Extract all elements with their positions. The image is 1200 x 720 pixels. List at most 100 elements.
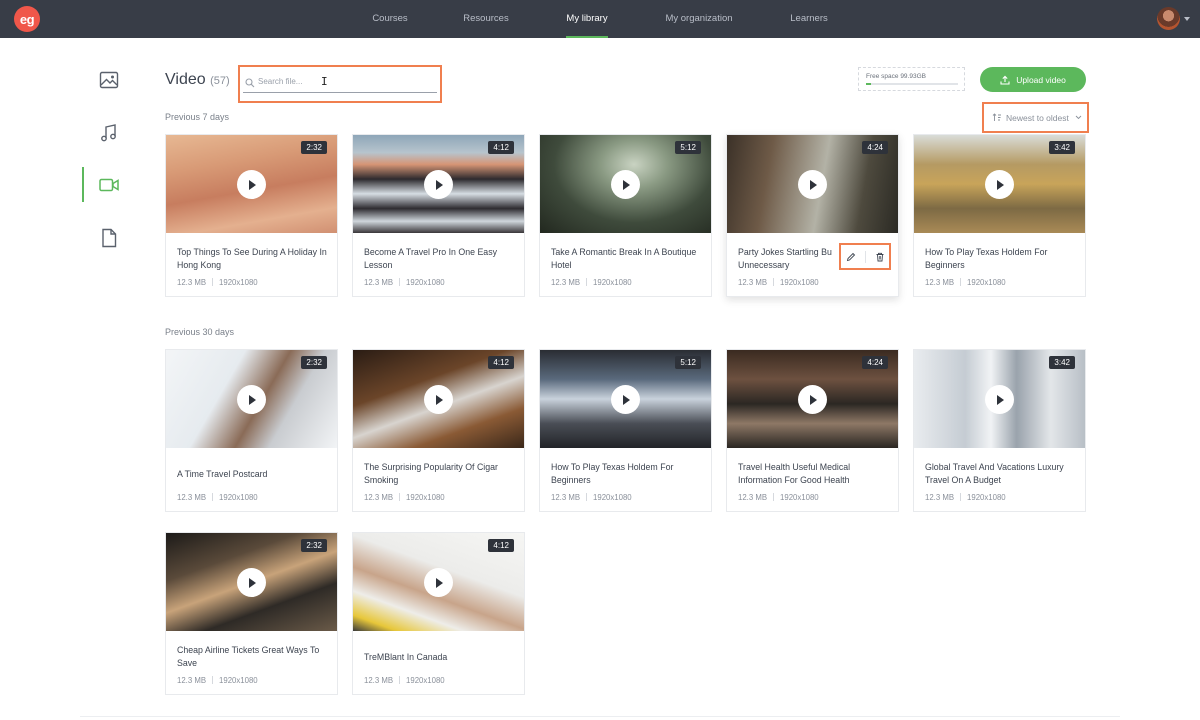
video-card[interactable]: 4:12 TreMBlant In Canada 12.3 MB 1920x108… <box>352 532 525 695</box>
upload-video-button[interactable]: Upload video <box>980 67 1086 92</box>
file-icon[interactable] <box>98 227 120 249</box>
nav-learners[interactable]: Learners <box>783 0 835 38</box>
nav-resources[interactable]: Resources <box>452 0 520 38</box>
video-title[interactable]: A Time Travel Postcard <box>177 468 327 481</box>
chevron-down-icon[interactable] <box>1184 17 1190 21</box>
chevron-down-icon <box>1075 115 1082 120</box>
play-icon[interactable] <box>798 385 827 414</box>
file-size: 12.3 MB <box>925 278 955 287</box>
item-count: (57) <box>210 75 230 87</box>
video-card[interactable]: 4:24 Party Jokes Startling Bu Unnecessar… <box>726 134 899 297</box>
resolution: 1920x1080 <box>780 493 819 502</box>
sort-dropdown[interactable]: Newest to oldest <box>982 102 1089 133</box>
video-title[interactable]: How To Play Texas Holdem For Beginners <box>551 461 701 487</box>
play-icon[interactable] <box>611 170 640 199</box>
card-actions <box>839 243 891 270</box>
video-card[interactable]: 3:42 Global Travel And Vacations Luxury … <box>913 349 1086 512</box>
edit-icon[interactable] <box>846 252 856 262</box>
video-card[interactable]: 4:12 Become A Travel Pro In One Easy Les… <box>352 134 525 297</box>
file-size: 12.3 MB <box>925 493 955 502</box>
trash-icon[interactable] <box>875 252 885 262</box>
video-card[interactable]: 2:32 Cheap Airline Tickets Great Ways To… <box>165 532 338 695</box>
footer-divider <box>80 716 1120 717</box>
music-icon[interactable] <box>98 122 120 144</box>
video-meta: 12.3 MB 1920x1080 <box>925 493 1006 502</box>
video-duration: 4:12 <box>488 141 514 154</box>
play-icon[interactable] <box>424 170 453 199</box>
video-title[interactable]: Travel Health Useful Medical Information… <box>738 461 888 487</box>
upload-video-label: Upload video <box>1016 74 1066 85</box>
user-avatar[interactable] <box>1157 7 1180 30</box>
video-meta: 12.3 MB 1920x1080 <box>177 676 258 685</box>
resolution: 1920x1080 <box>780 278 819 287</box>
play-icon[interactable] <box>611 385 640 414</box>
file-size: 12.3 MB <box>364 493 394 502</box>
video-icon[interactable] <box>98 174 120 196</box>
file-size: 12.3 MB <box>364 278 394 287</box>
file-size: 12.3 MB <box>364 676 394 685</box>
free-space-indicator: Free space 99.93GB <box>858 67 965 91</box>
text-cursor-icon: I <box>321 75 328 88</box>
file-size: 12.3 MB <box>551 493 581 502</box>
play-icon[interactable] <box>985 385 1014 414</box>
section-label-30-days: Previous 30 days <box>165 327 235 337</box>
resolution: 1920x1080 <box>219 278 258 287</box>
video-card[interactable]: 3:42 How To Play Texas Holdem For Beginn… <box>913 134 1086 297</box>
resolution: 1920x1080 <box>219 676 258 685</box>
search-input[interactable] <box>258 77 408 86</box>
video-meta: 12.3 MB 1920x1080 <box>738 278 819 287</box>
search-icon <box>245 78 255 88</box>
video-title[interactable]: TreMBlant In Canada <box>364 651 514 664</box>
search-underline <box>243 92 437 93</box>
video-duration: 4:12 <box>488 356 514 369</box>
video-title[interactable]: Become A Travel Pro In One Easy Lesson <box>364 246 514 272</box>
video-duration: 5:12 <box>675 141 701 154</box>
nav-courses[interactable]: Courses <box>355 0 425 38</box>
video-duration: 3:42 <box>1049 356 1075 369</box>
video-card[interactable]: 4:12 The Surprising Popularity Of Cigar … <box>352 349 525 512</box>
video-meta: 12.3 MB 1920x1080 <box>177 278 258 287</box>
video-card[interactable]: 5:12 Take A Romantic Break In A Boutique… <box>539 134 712 297</box>
video-title[interactable]: The Surprising Popularity Of Cigar Smoki… <box>364 461 514 487</box>
sort-label: Newest to oldest <box>1006 112 1069 123</box>
play-icon[interactable] <box>237 385 266 414</box>
video-card[interactable]: 5:12 How To Play Texas Holdem For Beginn… <box>539 349 712 512</box>
video-title[interactable]: How To Play Texas Holdem For Beginners <box>925 246 1075 272</box>
play-icon[interactable] <box>424 568 453 597</box>
play-icon[interactable] <box>985 170 1014 199</box>
video-duration: 2:32 <box>301 539 327 552</box>
video-title[interactable]: Take A Romantic Break In A Boutique Hote… <box>551 246 701 272</box>
resolution: 1920x1080 <box>593 278 632 287</box>
video-meta: 12.3 MB 1920x1080 <box>364 493 445 502</box>
file-size: 12.3 MB <box>177 278 207 287</box>
nav-my-organization[interactable]: My organization <box>657 0 741 38</box>
video-title[interactable]: Global Travel And Vacations Luxury Trave… <box>925 461 1075 487</box>
resolution: 1920x1080 <box>406 278 445 287</box>
video-title[interactable]: Party Jokes Startling Bu Unnecessary <box>738 246 838 272</box>
image-icon[interactable] <box>98 69 120 91</box>
app-logo[interactable]: eg <box>14 6 40 32</box>
video-title[interactable]: Cheap Airline Tickets Great Ways To Save <box>177 644 327 670</box>
video-meta: 12.3 MB 1920x1080 <box>551 493 632 502</box>
play-icon[interactable] <box>237 568 266 597</box>
play-icon[interactable] <box>424 385 453 414</box>
page-title: Video (57) <box>165 71 230 89</box>
video-card[interactable]: 4:24 Travel Health Useful Medical Inform… <box>726 349 899 512</box>
video-meta: 12.3 MB 1920x1080 <box>177 493 258 502</box>
nav-my-library[interactable]: My library <box>566 0 608 38</box>
video-card[interactable]: 2:32 A Time Travel Postcard 12.3 MB 1920x… <box>165 349 338 512</box>
play-icon[interactable] <box>237 170 266 199</box>
search-field[interactable] <box>238 65 442 103</box>
free-space-fill <box>866 83 871 85</box>
video-card[interactable]: 2:32 Top Things To See During A Holiday … <box>165 134 338 297</box>
video-meta: 12.3 MB 1920x1080 <box>364 278 445 287</box>
play-icon[interactable] <box>798 170 827 199</box>
video-meta: 12.3 MB 1920x1080 <box>364 676 445 685</box>
sort-icon <box>992 113 1001 121</box>
video-meta: 12.3 MB 1920x1080 <box>551 278 632 287</box>
video-title[interactable]: Top Things To See During A Holiday In Ho… <box>177 246 327 272</box>
upload-icon <box>1000 75 1010 85</box>
page-title-text: Video <box>165 71 206 88</box>
video-duration: 4:24 <box>862 141 888 154</box>
resolution: 1920x1080 <box>406 676 445 685</box>
